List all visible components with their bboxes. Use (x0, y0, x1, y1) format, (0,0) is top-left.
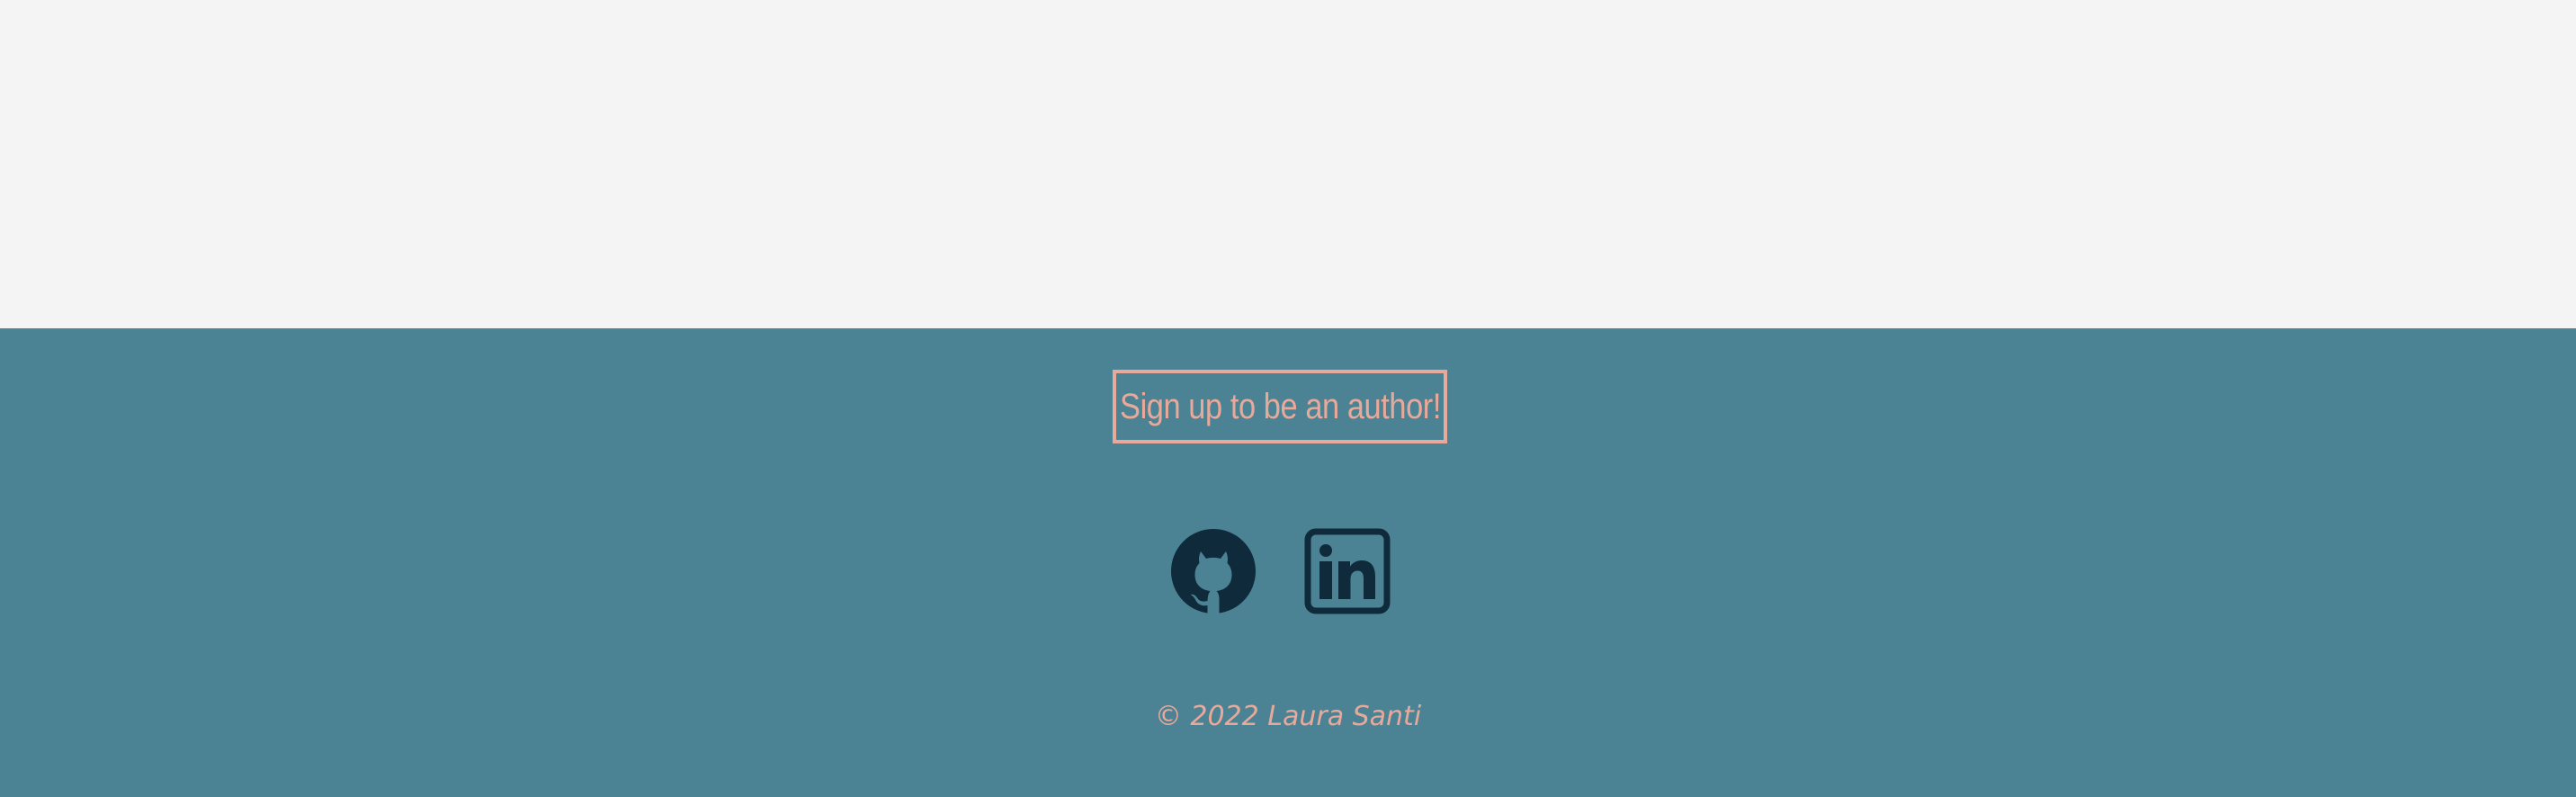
page: Sign up to be an author! © 2022 Laura Sa… (0, 0, 2576, 797)
github-link[interactable] (1170, 528, 1257, 614)
signup-author-button[interactable]: Sign up to be an author! (1113, 370, 1447, 443)
github-icon (1171, 529, 1256, 614)
site-footer: Sign up to be an author! © 2022 Laura Sa… (0, 328, 2576, 797)
linkedin-icon (1304, 528, 1391, 614)
linkedin-link[interactable] (1304, 528, 1391, 614)
content-area (0, 0, 2576, 328)
signup-author-label: Sign up to be an author! (1119, 386, 1441, 426)
copyright-text: © 2022 Laura Santi (1154, 701, 1422, 732)
